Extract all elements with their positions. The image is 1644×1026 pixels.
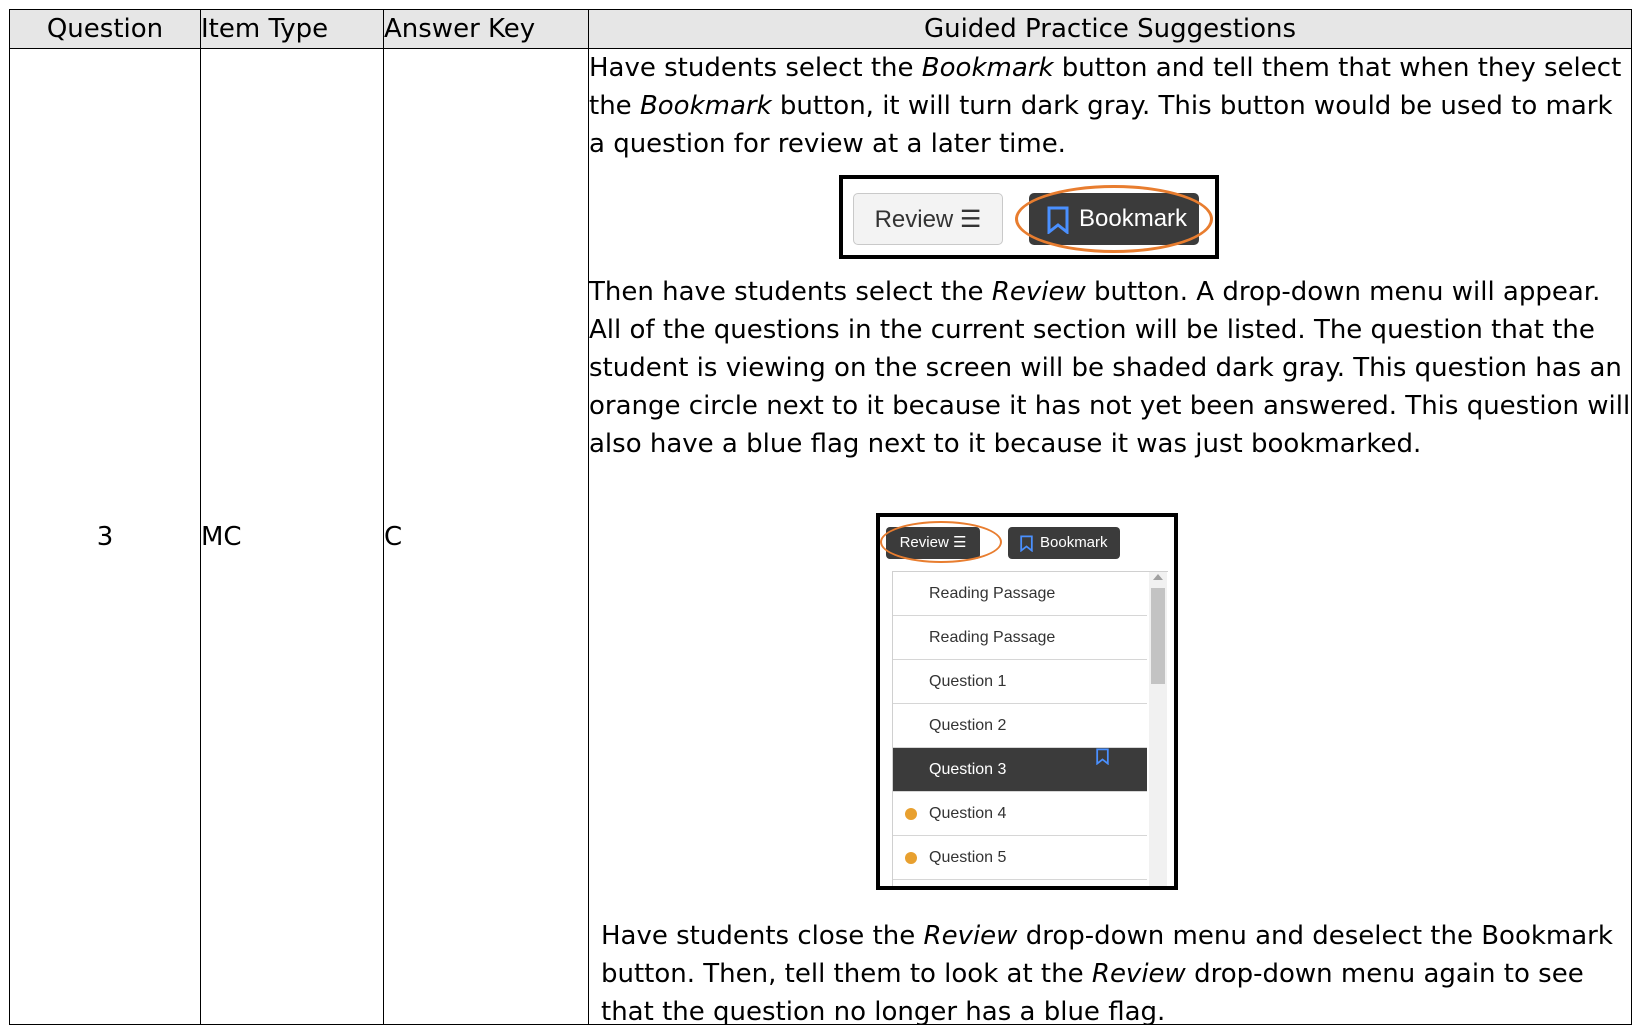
header-answer-key: Answer Key bbox=[383, 9, 589, 49]
bookmark-label: Bookmark bbox=[1040, 534, 1108, 551]
text-run-italic: Review bbox=[991, 277, 1086, 307]
text-run-italic: Review bbox=[923, 921, 1018, 951]
bookmark-icon bbox=[1020, 535, 1033, 552]
unanswered-dot-icon bbox=[905, 852, 917, 864]
header-question: Question bbox=[9, 9, 201, 49]
bookmark-button[interactable]: Bookmark bbox=[1008, 527, 1120, 559]
figure-review-dropdown-screenshot: Review ☰ Bookmark Reading Passage Readin… bbox=[876, 513, 1178, 890]
header-row: Question Item Type Answer Key Guided Pra… bbox=[9, 9, 1632, 49]
text-run: Have students close the bbox=[601, 921, 924, 951]
review-button[interactable]: Review ☰ bbox=[853, 193, 1003, 245]
menu-item-question-1[interactable]: Question 1 bbox=[893, 660, 1147, 704]
bookmark-flag-icon bbox=[1096, 748, 1109, 765]
menu-item-question-4[interactable]: Question 4 bbox=[893, 792, 1147, 836]
menu-item-label: Reading Passage bbox=[929, 629, 1056, 646]
text-run: Then have students select the bbox=[589, 277, 992, 307]
paragraph-bookmark: Have students select the Bookmark button… bbox=[589, 50, 1631, 164]
menu-item-question-2[interactable]: Question 2 bbox=[893, 704, 1147, 748]
scroll-thumb[interactable] bbox=[1151, 588, 1165, 684]
menu-item-label: Question 3 bbox=[929, 761, 1007, 778]
highlight-ring bbox=[1015, 185, 1213, 253]
cell-guided-practice: Have students select the Bookmark button… bbox=[588, 48, 1632, 1025]
table-row: 3 MC C Have students select the Bookmark… bbox=[9, 48, 1632, 1025]
text-run: Have students select the bbox=[589, 53, 922, 83]
menu-item-label: Reading Passage bbox=[929, 585, 1056, 602]
paragraph-review: Then have students select the Review but… bbox=[589, 273, 1631, 463]
menu-item-label: Question 4 bbox=[929, 805, 1007, 822]
cell-answer-key: C bbox=[383, 48, 589, 1025]
unanswered-dot-icon bbox=[905, 808, 917, 820]
menu-item-reading-passage-1[interactable]: Reading Passage bbox=[893, 572, 1147, 616]
cell-item-type: MC bbox=[200, 48, 384, 1025]
scroll-up-arrow-icon[interactable] bbox=[1153, 574, 1163, 580]
menu-scrollbar[interactable] bbox=[1149, 572, 1167, 886]
menu-item-label: Question 2 bbox=[929, 717, 1007, 734]
header-guided-practice: Guided Practice Suggestions bbox=[588, 9, 1632, 49]
guided-practice-table: Question Item Type Answer Key Guided Pra… bbox=[9, 9, 1632, 1025]
text-run-italic: Bookmark bbox=[639, 91, 772, 121]
paragraph-deselect: Have students close the Review drop-down… bbox=[601, 917, 1621, 1024]
text-run-italic: Bookmark bbox=[921, 53, 1054, 83]
figure-buttons-screenshot: Review ☰ Bookmark bbox=[839, 175, 1219, 259]
menu-item-question-3[interactable]: Question 3 bbox=[893, 748, 1147, 792]
text-run-italic: Review bbox=[1091, 959, 1186, 989]
menu-item-question-5[interactable]: Question 5 bbox=[893, 836, 1147, 880]
review-dropdown-menu: Reading Passage Reading Passage Question… bbox=[892, 571, 1168, 886]
cell-question-number: 3 bbox=[9, 48, 201, 1025]
menu-item-reading-passage-2[interactable]: Reading Passage bbox=[893, 616, 1147, 660]
header-item-type: Item Type bbox=[200, 9, 384, 49]
menu-item-label: Question 1 bbox=[929, 673, 1007, 690]
menu-item-label: Question 5 bbox=[929, 849, 1007, 866]
highlight-ring bbox=[880, 521, 1002, 563]
